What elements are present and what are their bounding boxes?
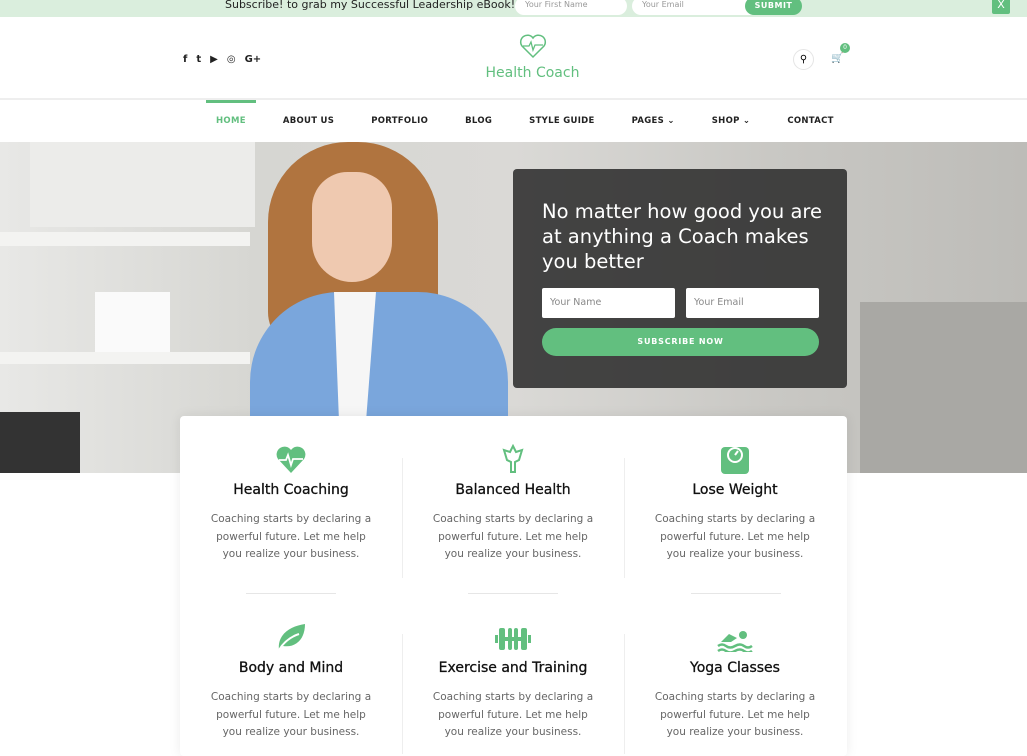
cart-count-badge: 0 [840, 43, 850, 53]
youtube-icon[interactable]: ▶ [210, 54, 218, 65]
feature-text: Coaching starts by declaring a powerful … [432, 513, 594, 560]
leaf-icon [278, 624, 305, 651]
heart-pulse-icon [519, 34, 546, 59]
feature-title: Yoga Classes [690, 660, 780, 676]
subscribe-message: Subscribe! to grab my Successful Leaders… [225, 0, 516, 11]
box [95, 292, 170, 352]
feature-exercise-and-training: Exercise and Training Coaching starts by… [402, 620, 624, 742]
main-nav: HOME ABOUT US PORTFOLIO BLOG STYLE GUIDE… [0, 100, 1027, 142]
email-input[interactable]: Your Email [632, 0, 762, 15]
nav-portfolio[interactable]: PORTFOLIO [361, 100, 438, 142]
email-input[interactable]: Your Email [686, 288, 819, 318]
emblem-icon [502, 444, 524, 473]
feature-body-and-mind: Body and Mind Coaching starts by declari… [180, 620, 402, 742]
whiteboard [30, 142, 255, 227]
facebook-icon[interactable]: f [183, 54, 187, 65]
nav-style-guide[interactable]: STYLE GUIDE [519, 100, 604, 142]
twitter-icon[interactable]: t [196, 54, 201, 65]
logo[interactable]: Health Coach [480, 33, 585, 81]
social-links: f t ▶ ◎ G+ [183, 54, 261, 65]
shelf [0, 232, 250, 246]
feature-lose-weight: Lose Weight Coaching starts by declaring… [624, 442, 846, 564]
close-icon[interactable]: X [992, 0, 1010, 14]
subscribe-bar: Subscribe! to grab my Successful Leaders… [0, 0, 1027, 17]
search-icon[interactable]: ⚲ [793, 49, 814, 70]
feature-title: Body and Mind [238, 660, 344, 676]
dumbbell-icon [495, 628, 531, 650]
nav-about-us[interactable]: ABOUT US [273, 100, 344, 142]
nav-contact[interactable]: CONTACT [777, 100, 843, 142]
hero-headline: No matter how good you are at anything a… [542, 200, 822, 273]
feature-title: Lose Weight [692, 482, 778, 498]
name-input[interactable]: Your Name [542, 288, 675, 318]
nav-pages[interactable]: PAGES ⌄ [622, 100, 685, 142]
feature-text: Coaching starts by declaring a powerful … [210, 691, 372, 738]
scale-icon [721, 447, 749, 474]
feature-yoga-classes: Yoga Classes Coaching starts by declarin… [624, 620, 846, 742]
heart-pulse-icon [276, 446, 306, 473]
desk [860, 302, 1027, 473]
shelf [0, 352, 250, 364]
nav-blog[interactable]: BLOG [455, 100, 502, 142]
feature-text: Coaching starts by declaring a powerful … [210, 513, 372, 560]
submit-button[interactable]: SUBMIT [745, 0, 802, 15]
first-name-input[interactable]: Your First Name [515, 0, 627, 15]
feature-title: Balanced Health [455, 482, 571, 498]
box [0, 412, 80, 473]
feature-title: Health Coaching [233, 482, 349, 498]
google-plus-icon[interactable]: G+ [245, 54, 262, 65]
hero-signup-box: No matter how good you are at anything a… [513, 169, 847, 388]
feature-health-coaching: Health Coaching Coaching starts by decla… [180, 442, 402, 564]
feature-title: Exercise and Training [438, 660, 588, 676]
nav-shop[interactable]: SHOP ⌄ [702, 100, 761, 142]
swimmer-icon [717, 631, 753, 652]
nav-home[interactable]: HOME [206, 100, 256, 142]
feature-text: Coaching starts by declaring a powerful … [654, 513, 816, 560]
logo-text: Health Coach [485, 65, 580, 81]
subscribe-now-button[interactable]: SUBSCRIBE NOW [542, 328, 819, 356]
header: f t ▶ ◎ G+ Health Coach ⚲ 🛒 0 [0, 17, 1027, 100]
feature-text: Coaching starts by declaring a powerful … [432, 691, 594, 738]
instagram-icon[interactable]: ◎ [227, 54, 236, 65]
feature-text: Coaching starts by declaring a powerful … [654, 691, 816, 738]
feature-balanced-health: Balanced Health Coaching starts by decla… [402, 442, 624, 564]
features-card: Health Coaching Coaching starts by decla… [180, 416, 847, 756]
